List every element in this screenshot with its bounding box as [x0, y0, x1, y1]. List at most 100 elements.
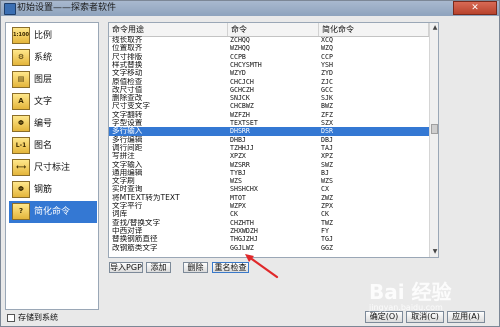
cell-command: WZHQQ: [230, 44, 250, 53]
table-row[interactable]: 文字输入 WZSRR SWZ: [109, 161, 429, 169]
cell-purpose: 线长取齐: [112, 36, 143, 44]
table-row[interactable]: 实时查询 SHSHCHX CX: [109, 185, 429, 193]
cell-purpose: 查找/替换文字: [112, 218, 161, 227]
dimension-icon: ⟷: [12, 159, 30, 176]
cell-purpose: 文字刷: [112, 177, 135, 186]
table-row[interactable]: 文字平行 WZPX ZPX: [109, 202, 429, 210]
table-row[interactable]: 中西对译 ZHXWDZH FY: [109, 227, 429, 235]
cell-purpose: 字型设置: [112, 119, 143, 127]
table-row[interactable]: 改尺寸值 GCHCZH GCC: [109, 86, 429, 94]
cell-command: MTOT: [230, 193, 246, 202]
table-row[interactable]: 查找/替换文字 CHZHTH TWZ: [109, 219, 429, 227]
table-row[interactable]: 删除查改 SNJCK SJK: [109, 94, 429, 102]
cell-short-command: TGJ: [321, 235, 333, 244]
cell-purpose: 改尺寸值: [112, 85, 143, 94]
sidebar-item-numbering[interactable]: Φ 编号: [9, 113, 97, 135]
cell-purpose: 词库: [112, 210, 128, 219]
add-button[interactable]: 添加: [146, 262, 171, 273]
sidebar-item-drawing-name[interactable]: L-1 图名: [9, 135, 97, 157]
cell-command: GCHCZH: [230, 85, 254, 94]
cell-command: WZPX: [230, 202, 246, 210]
table-row[interactable]: 多行编辑 DHBJ DBJ: [109, 136, 429, 144]
cell-short-command: WZQ: [321, 44, 333, 53]
cell-short-command: ZJC: [321, 77, 333, 86]
command-table: 命令用途 命令 简化命令 线长取齐 ZCHQQ XCQ 位置取齐 WZHQQ WZQ 尺寸排…: [108, 22, 439, 258]
watermark: Bai 经验 jingyan.baidu.com: [369, 281, 499, 325]
cell-short-command: ZYD: [321, 69, 333, 78]
table-row[interactable]: 替换钢筋直径 THGJZHJ TGJ: [109, 235, 429, 243]
table-row[interactable]: 通用编辑 TYBJ BJ: [109, 169, 429, 177]
window-title: 初始设置——探索者软件: [17, 3, 117, 13]
table-row[interactable]: 字型设置 TEXTSET SZX: [109, 119, 429, 127]
table-row[interactable]: 尺寸排版 CCPB CCP: [109, 53, 429, 61]
sidebar-item-layer[interactable]: ▤ 图层: [9, 69, 97, 91]
save-to-system-label: 存储到系统: [18, 313, 58, 322]
cell-short-command: BWZ: [321, 102, 333, 111]
table-row[interactable]: 词库 CK CK: [109, 210, 429, 218]
sidebar-item-label: 简化命令: [34, 207, 71, 217]
gear-icon: ⚙: [12, 49, 30, 66]
title-bar[interactable]: 初始设置——探索者软件 ✕: [1, 1, 499, 16]
cell-command: SNJCK: [230, 94, 250, 103]
table-row[interactable]: 将MTEXT转为TEXT MTOT ZWZ: [109, 194, 429, 202]
sidebar-item-scale[interactable]: 1:100 比例: [9, 25, 97, 47]
save-to-system-checkbox[interactable]: [7, 314, 15, 322]
scroll-thumb[interactable]: [431, 124, 438, 134]
cell-command: CCPB: [230, 52, 246, 61]
layer-icon: ▤: [12, 71, 30, 88]
table-row[interactable]: 文字移动 WZYD ZYD: [109, 69, 429, 77]
table-row[interactable]: 位置取齐 WZHQQ WZQ: [109, 44, 429, 52]
numbering-icon: Φ: [12, 115, 30, 132]
table-row[interactable]: 调行间距 TZHHJJ TAJ: [109, 144, 429, 152]
header-command[interactable]: 命令: [228, 23, 319, 36]
sidebar-item-system[interactable]: ⚙ 系统: [9, 47, 97, 69]
cell-short-command: TWZ: [321, 218, 333, 227]
cell-short-command: XPZ: [321, 152, 333, 161]
cell-purpose: 删除查改: [112, 94, 143, 103]
sidebar-item-label: 系统: [34, 53, 53, 63]
sidebar-item-label: 钢筋: [34, 185, 53, 195]
table-row[interactable]: 原值检查 CHCJCH ZJC: [109, 78, 429, 86]
header-short-command[interactable]: 简化命令: [319, 23, 429, 36]
cell-command: ZCHQQ: [230, 36, 250, 44]
header-purpose[interactable]: 命令用途: [109, 23, 228, 36]
sidebar-item-dimension[interactable]: ⟷ 尺寸标注: [9, 157, 97, 179]
cell-purpose: 原值检查: [112, 77, 143, 86]
sidebar-item-label: 尺寸标注: [34, 163, 71, 173]
table-row[interactable]: 文字刷 WZS WZS: [109, 177, 429, 185]
cell-purpose: 调行间距: [112, 143, 143, 152]
cell-short-command: CX: [321, 185, 329, 194]
table-row[interactable]: 样式替换 CHCYSMTH YSH: [109, 61, 429, 69]
cell-purpose: 通用编辑: [112, 168, 143, 177]
table-row[interactable]: 写拼注 XPZX XPZ: [109, 152, 429, 160]
sidebar-item-label: 文字: [34, 97, 53, 107]
table-header: 命令用途 命令 简化命令: [109, 23, 429, 37]
delete-button[interactable]: 删除: [183, 262, 208, 273]
table-row[interactable]: 多行输入 DHSRR DSR: [109, 127, 429, 136]
sidebar-item-rebar[interactable]: Φ 钢筋: [9, 179, 97, 201]
cell-purpose: 尺寸变文字: [112, 102, 150, 111]
import-pgp-button[interactable]: 导入PGP: [109, 262, 143, 273]
table-row[interactable]: 线长取齐 ZCHQQ XCQ: [109, 36, 429, 44]
sidebar-item-shortcuts[interactable]: ? 简化命令: [9, 201, 97, 223]
scroll-up-icon[interactable]: ▲: [430, 23, 438, 33]
scroll-down-icon[interactable]: ▼: [430, 247, 438, 257]
app-icon: [4, 3, 16, 15]
sidebar-item-text[interactable]: A 文字: [9, 91, 97, 113]
cell-command: WZSRR: [230, 160, 250, 169]
cell-purpose: 尺寸排版: [112, 52, 143, 61]
cell-purpose: 位置取齐: [112, 44, 143, 53]
cell-purpose: 写拼注: [112, 152, 135, 161]
scale-icon: 1:100: [12, 27, 30, 44]
table-row[interactable]: 文字翻转 WZFZH ZFZ: [109, 111, 429, 119]
cell-short-command: GCC: [321, 85, 333, 94]
text-icon: A: [12, 93, 30, 110]
cell-short-command: ZWZ: [321, 193, 333, 202]
cell-short-command: CCP: [321, 52, 333, 61]
cell-purpose: 改钢筋类文字: [112, 243, 158, 252]
close-button[interactable]: ✕: [453, 1, 497, 15]
category-sidebar: 1:100 比例 ⚙ 系统 ▤ 图层 A 文字 Φ 编号 L-1 图名 ⟷ 尺寸…: [5, 22, 99, 310]
cell-purpose: 实时查询: [112, 185, 143, 194]
vertical-scrollbar[interactable]: ▲ ▼: [429, 23, 438, 257]
table-row[interactable]: 尺寸变文字 CHCBWZ BWZ: [109, 102, 429, 110]
